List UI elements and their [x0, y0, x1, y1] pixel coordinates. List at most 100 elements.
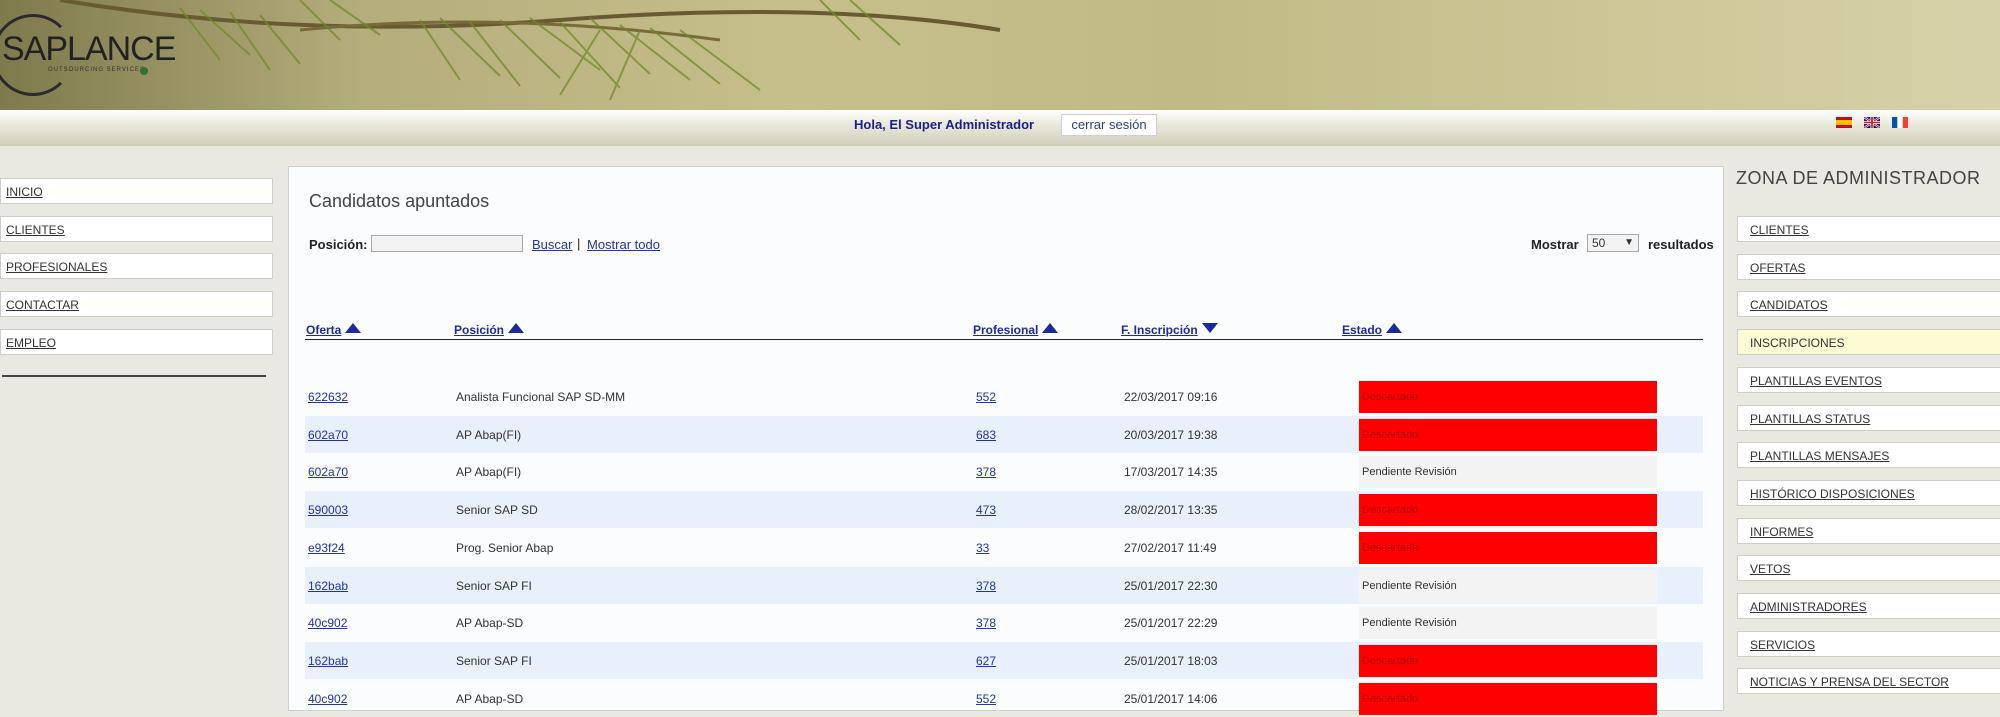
column-header-label: Profesional: [973, 323, 1039, 337]
left-nav-divider: [2, 375, 266, 377]
status-badge: Pendiente Revisión: [1359, 456, 1657, 489]
status-badge: Descartado: [1359, 381, 1657, 413]
logout-button[interactable]: cerrar sesión: [1061, 114, 1157, 136]
column-header-label: Oferta: [306, 323, 342, 337]
status-badge: Pendiente Revisión: [1359, 569, 1657, 602]
table-row: 602a70 AP Abap(FI) 378 17/03/2017 14:35 Pend…: [305, 453, 1703, 490]
position-filter-label: Posición:: [309, 237, 368, 252]
fecha-cell: 27/02/2017 11:49: [1124, 540, 1217, 555]
logo-dot-icon: [140, 67, 148, 75]
fecha-cell: 25/01/2017 22:30: [1124, 578, 1218, 593]
profesional-link[interactable]: 378: [976, 465, 996, 479]
table-row: 162bab Senior SAP FI 627 25/01/2017 18:03 De…: [305, 641, 1703, 679]
france-flag-icon[interactable]: [1892, 117, 1908, 128]
admin-menu-noticias-y-prensa-del-sector[interactable]: NOTICIAS Y PRENSA DEL SECTOR: [1737, 668, 2000, 695]
left-nav-empleo[interactable]: EMPLEO: [0, 329, 273, 355]
column-header-label: Posición: [454, 323, 505, 337]
header-banner: SAPLANCE OUTSOURCING SERVICES: [0, 0, 2000, 110]
column-header-label: F. Inscripción: [1121, 323, 1198, 337]
oferta-link[interactable]: 40c902: [308, 692, 347, 706]
status-badge: Descartado: [1359, 644, 1657, 677]
oferta-link[interactable]: e93f24: [308, 541, 345, 555]
dropdown-arrow-icon: ▼: [1624, 237, 1634, 248]
admin-menu-servicios[interactable]: SERVICIOS: [1737, 630, 2000, 657]
position-search-input[interactable]: [371, 235, 523, 252]
column-header-posicion[interactable]: Posición: [454, 323, 525, 337]
admin-menu-ofertas[interactable]: OFERTAS: [1737, 253, 2000, 280]
oferta-link[interactable]: 602a70: [308, 465, 348, 479]
saplance-logo[interactable]: SAPLANCE OUTSOURCING SERVICES: [0, 12, 176, 96]
fecha-cell: 17/03/2017 14:35: [1124, 465, 1218, 480]
show-all-link[interactable]: Mostrar todo: [587, 237, 660, 252]
column-header-oferta[interactable]: Oferta: [306, 323, 362, 337]
posicion-cell: Senior SAP SD: [456, 503, 538, 518]
spain-flag-icon[interactable]: [1836, 117, 1852, 128]
table-row: 40c902 AP Abap-SD 552 25/01/2017 14:06 Desca…: [305, 680, 1703, 717]
results-per-page-select[interactable]: 50 ▼: [1587, 234, 1639, 252]
table-row: 590003 Senior SAP SD 473 28/02/2017 13:35 De…: [305, 491, 1703, 529]
fecha-cell: 20/03/2017 19:38: [1124, 427, 1218, 442]
admin-menu-plantillas-eventos[interactable]: PLANTILLAS EVENTOS: [1737, 366, 2000, 393]
user-greeting: Hola, El Super Administrador: [854, 117, 1035, 132]
posicion-cell: Senior SAP FI: [456, 578, 532, 593]
profesional-link[interactable]: 378: [976, 616, 996, 630]
pine-branch-decoration: [59, 0, 1001, 101]
column-header-fecha-inscripcion[interactable]: F. Inscripción: [1121, 323, 1218, 337]
fecha-cell: 25/01/2017 22:29: [1124, 616, 1218, 631]
oferta-link[interactable]: 602a70: [308, 428, 348, 442]
posicion-cell: AP Abap-SD: [456, 691, 524, 706]
admin-menu-informes[interactable]: INFORMES: [1737, 517, 2000, 544]
admin-menu-vetos[interactable]: VETOS: [1737, 555, 2000, 582]
left-nav-clientes[interactable]: CLIENTES: [0, 216, 273, 242]
column-header-label: Estado: [1342, 323, 1383, 337]
table-header-rule: [305, 339, 1703, 340]
profesional-link[interactable]: 552: [976, 692, 996, 706]
admin-menu-historico-disposiciones[interactable]: HISTÓRICO DISPOSICIONES: [1737, 479, 2000, 506]
oferta-link[interactable]: 622632: [308, 390, 348, 404]
profesional-link[interactable]: 33: [976, 541, 989, 555]
sort-asc-icon: [345, 323, 362, 333]
oferta-link[interactable]: 590003: [308, 503, 348, 517]
status-badge: Descartado: [1359, 418, 1657, 451]
left-nav-contactar[interactable]: CONTACTAR: [0, 291, 273, 317]
sort-desc-icon: [1201, 323, 1218, 333]
page-title: Candidatos apuntados: [309, 191, 490, 211]
logo-subtitle: OUTSOURCING SERVICES: [48, 67, 145, 73]
left-nav-inicio[interactable]: INICIO: [0, 178, 273, 204]
left-nav-profesionales[interactable]: PROFESIONALES: [0, 253, 273, 279]
profesional-link[interactable]: 552: [976, 390, 996, 404]
oferta-link[interactable]: 162bab: [308, 579, 348, 593]
main-panel: Candidatos apuntados Posición: Buscar | …: [288, 166, 1724, 715]
sort-asc-icon: [1042, 323, 1059, 333]
profesional-link[interactable]: 627: [976, 654, 996, 668]
oferta-link[interactable]: 40c902: [308, 616, 347, 630]
sort-asc-icon: [1386, 323, 1403, 333]
profesional-link[interactable]: 473: [976, 503, 996, 517]
profesional-link[interactable]: 378: [976, 579, 996, 593]
admin-menu-plantillas-mensajes[interactable]: PLANTILLAS MENSAJES: [1737, 442, 2000, 469]
admin-menu-administradores[interactable]: ADMINISTRADORES: [1737, 593, 2000, 619]
oferta-link[interactable]: 162bab: [308, 654, 348, 668]
admin-menu-clientes[interactable]: CLIENTES: [1737, 216, 2000, 242]
show-label: Mostrar: [1531, 237, 1579, 252]
admin-zone-title: ZONA DE ADMINISTRADOR: [1736, 168, 1981, 188]
search-link[interactable]: Buscar: [532, 237, 572, 252]
fecha-cell: 25/01/2017 14:06: [1124, 691, 1218, 706]
fecha-cell: 22/03/2017 09:16: [1124, 390, 1218, 404]
profesional-link[interactable]: 683: [976, 428, 996, 442]
admin-menu-candidatos[interactable]: CANDIDATOS: [1737, 291, 2000, 318]
column-header-estado[interactable]: Estado: [1342, 323, 1403, 337]
posicion-cell: Prog. Senior Abap: [456, 540, 554, 555]
column-header-profesional[interactable]: Profesional: [973, 323, 1059, 337]
status-badge: Descartado: [1359, 494, 1657, 527]
results-label: resultados: [1648, 237, 1714, 252]
status-badge: Pendiente Revisión: [1359, 607, 1657, 640]
uk-flag-icon[interactable]: [1864, 117, 1880, 128]
admin-menu-inscripciones[interactable]: INSCRIPCIONES: [1737, 329, 2000, 356]
posicion-cell: AP Abap(FI): [456, 427, 522, 442]
posicion-cell: AP Abap-SD: [456, 616, 524, 631]
link-separator: |: [577, 236, 581, 251]
table-row: 162bab Senior SAP FI 378 25/01/2017 22:30 Pe…: [305, 566, 1703, 604]
logo-text: SAPLANCE: [2, 30, 176, 68]
admin-menu-plantillas-status[interactable]: PLANTILLAS STATUS: [1737, 404, 2000, 431]
